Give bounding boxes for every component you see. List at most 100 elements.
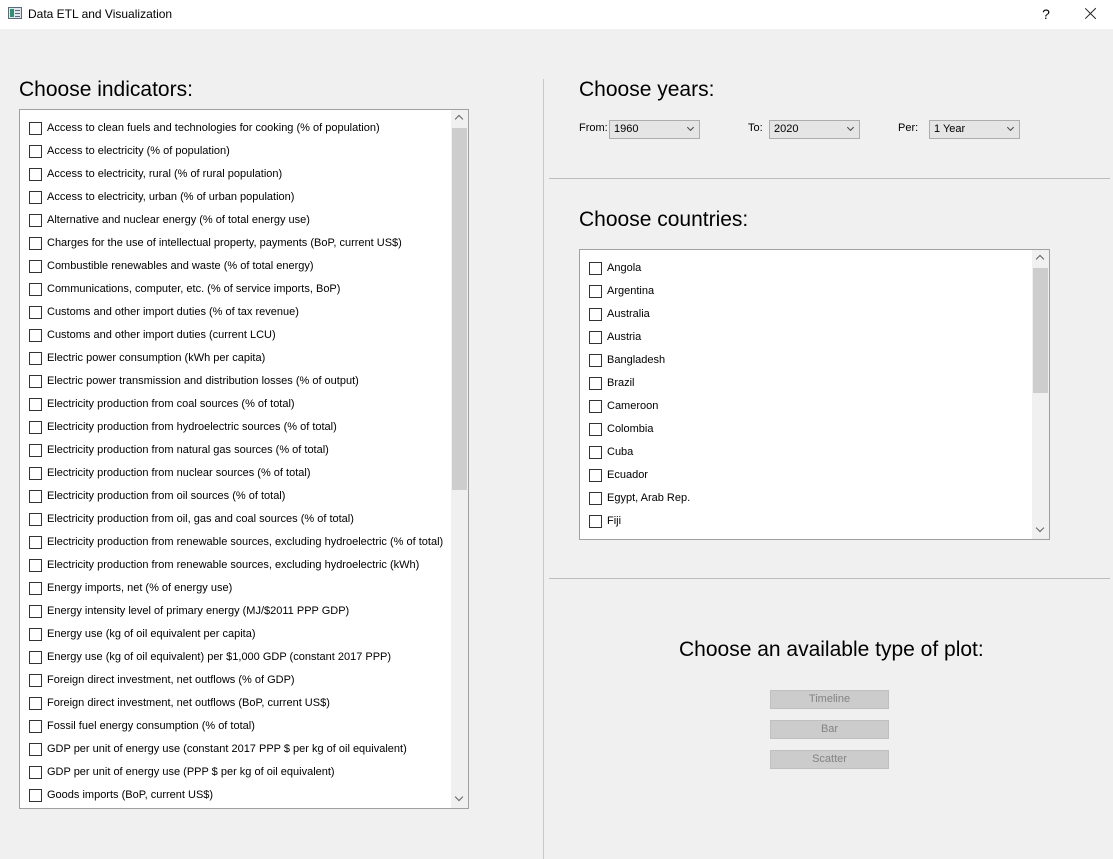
list-item[interactable]: Foreign direct investment, net outflows … (29, 670, 295, 690)
checkbox[interactable] (29, 788, 42, 802)
list-item[interactable]: Charges for the use of intellectual prop… (29, 233, 402, 253)
list-item[interactable]: Cuba (589, 442, 633, 462)
checkbox[interactable] (589, 284, 602, 298)
checkbox[interactable] (29, 673, 42, 687)
list-item[interactable]: Electricity production from renewable so… (29, 532, 443, 552)
list-item[interactable]: Electricity production from coal sources… (29, 394, 295, 414)
list-item[interactable]: GDP per unit of energy use (constant 201… (29, 739, 407, 759)
checkbox[interactable] (29, 167, 42, 181)
list-item[interactable]: Access to electricity, urban (% of urban… (29, 187, 294, 207)
list-item[interactable]: Goods imports (BoP, current US$) (29, 785, 213, 805)
list-item[interactable]: Energy imports, net (% of energy use) (29, 578, 232, 598)
list-item[interactable]: Brazil (589, 373, 635, 393)
list-item[interactable]: Egypt, Arab Rep. (589, 488, 690, 508)
list-item[interactable]: Electric power consumption (kWh per capi… (29, 348, 265, 368)
list-item[interactable]: Ecuador (589, 465, 648, 485)
list-item[interactable]: Bangladesh (589, 350, 665, 370)
checkbox[interactable] (29, 443, 42, 457)
checkbox[interactable] (29, 305, 42, 319)
list-item[interactable]: Electricity production from natural gas … (29, 440, 329, 460)
list-item[interactable]: Argentina (589, 281, 654, 301)
list-item[interactable]: Colombia (589, 419, 653, 439)
checkbox[interactable] (589, 261, 602, 275)
list-item[interactable]: Customs and other import duties (% of ta… (29, 302, 299, 322)
help-button[interactable]: ? (1032, 4, 1060, 24)
checkbox[interactable] (589, 514, 602, 528)
countries-scrollbar[interactable] (1032, 250, 1049, 539)
chevron-down-icon[interactable] (1032, 522, 1049, 539)
list-item[interactable]: Energy intensity level of primary energy… (29, 601, 349, 621)
to-year-select[interactable]: 2020 (769, 120, 860, 139)
checkbox[interactable] (29, 650, 42, 664)
list-item[interactable]: Access to clean fuels and technologies f… (29, 118, 380, 138)
list-item[interactable]: Access to electricity (% of population) (29, 141, 230, 161)
scrollbar-thumb[interactable] (452, 128, 467, 490)
list-item[interactable]: Cameroon (589, 396, 658, 416)
period-select[interactable]: 1 Year (929, 120, 1020, 139)
checkbox[interactable] (29, 213, 42, 227)
list-item[interactable]: Fossil fuel energy consumption (% of tot… (29, 716, 255, 736)
list-item[interactable]: Customs and other import duties (current… (29, 325, 276, 345)
bar-button[interactable]: Bar (770, 720, 889, 739)
checkbox[interactable] (589, 353, 602, 367)
list-item[interactable]: Access to electricity, rural (% of rural… (29, 164, 282, 184)
checkbox[interactable] (29, 765, 42, 779)
checkbox[interactable] (29, 512, 42, 526)
list-item[interactable]: Angola (589, 258, 641, 278)
checkbox[interactable] (589, 307, 602, 321)
indicators-scrollbar[interactable] (451, 110, 468, 808)
checkbox[interactable] (29, 466, 42, 480)
list-item[interactable]: Electricity production from oil sources … (29, 486, 285, 506)
list-item[interactable]: Australia (589, 304, 650, 324)
list-item[interactable]: Electricity production from renewable so… (29, 555, 419, 575)
checkbox[interactable] (589, 445, 602, 459)
checkbox[interactable] (29, 328, 42, 342)
checkbox[interactable] (29, 236, 42, 250)
list-item[interactable]: Energy use (kg of oil equivalent per cap… (29, 624, 256, 644)
chevron-down-icon[interactable] (451, 791, 468, 808)
checkbox[interactable] (589, 491, 602, 505)
checkbox[interactable] (29, 489, 42, 503)
list-item[interactable]: Austria (589, 327, 641, 347)
checkbox[interactable] (29, 420, 42, 434)
checkbox[interactable] (29, 351, 42, 365)
checkbox[interactable] (29, 282, 42, 296)
checkbox[interactable] (29, 604, 42, 618)
checkbox[interactable] (29, 696, 42, 710)
checkbox[interactable] (29, 374, 42, 388)
list-item[interactable]: Electricity production from oil, gas and… (29, 509, 354, 529)
list-item[interactable]: Foreign direct investment, net outflows … (29, 693, 330, 713)
scrollbar-thumb[interactable] (1033, 268, 1048, 393)
from-year-select[interactable]: 1960 (609, 120, 700, 139)
list-item[interactable]: Electricity production from nuclear sour… (29, 463, 311, 483)
list-item[interactable]: Electric power transmission and distribu… (29, 371, 359, 391)
checkbox[interactable] (29, 121, 42, 135)
checkbox[interactable] (29, 397, 42, 411)
checkbox[interactable] (29, 719, 42, 733)
chevron-up-icon[interactable] (1032, 250, 1049, 267)
timeline-button[interactable]: Timeline (770, 690, 889, 709)
checkbox[interactable] (589, 422, 602, 436)
checkbox[interactable] (589, 330, 602, 344)
checkbox[interactable] (29, 742, 42, 756)
checkbox[interactable] (29, 190, 42, 204)
scatter-button[interactable]: Scatter (770, 750, 889, 769)
list-item[interactable]: Fiji (589, 511, 621, 531)
checkbox[interactable] (29, 535, 42, 549)
chevron-up-icon[interactable] (451, 110, 468, 127)
list-item[interactable]: Communications, computer, etc. (% of ser… (29, 279, 340, 299)
list-item[interactable]: Alternative and nuclear energy (% of tot… (29, 210, 310, 230)
list-item[interactable]: Electricity production from hydroelectri… (29, 417, 337, 437)
close-icon[interactable] (1076, 3, 1106, 25)
checkbox[interactable] (589, 468, 602, 482)
checkbox[interactable] (29, 144, 42, 158)
list-item[interactable]: Combustible renewables and waste (% of t… (29, 256, 314, 276)
checkbox[interactable] (29, 581, 42, 595)
checkbox[interactable] (29, 627, 42, 641)
list-item[interactable]: Energy use (kg of oil equivalent) per $1… (29, 647, 391, 667)
checkbox[interactable] (589, 399, 602, 413)
checkbox[interactable] (29, 558, 42, 572)
list-item[interactable]: GDP per unit of energy use (PPP $ per kg… (29, 762, 335, 782)
checkbox[interactable] (29, 259, 42, 273)
checkbox[interactable] (589, 376, 602, 390)
